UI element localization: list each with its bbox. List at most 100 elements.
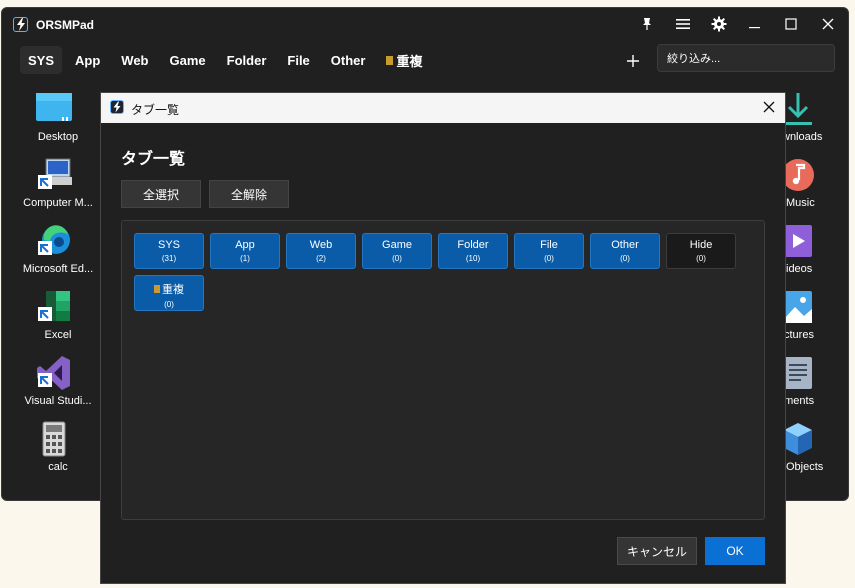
chip-app[interactable]: App (1) [210,233,280,269]
chip-name: App [235,239,255,251]
tile-label: Desktop [37,131,79,143]
chip-count: (0) [620,254,630,263]
add-tab-button[interactable] [622,50,644,72]
select-all-button[interactable]: 全選択 [121,180,201,208]
pin-icon [643,18,651,30]
chip-count: (10) [465,254,481,263]
tab-label: Game [169,52,206,68]
filter-input[interactable]: 絞り込み... [657,44,835,72]
close-icon [763,101,775,113]
minimize-button[interactable] [741,12,769,36]
downloads-icon [782,91,822,127]
chip-name: SYS [157,239,180,251]
button-label: OK [726,544,744,558]
calculator-icon [34,421,74,457]
tile-label: Visual Studi... [24,395,92,407]
tab-label: SYS [28,52,55,68]
tile-label: Excel [44,329,72,341]
desktop-icon [34,91,74,127]
cancel-button[interactable]: キャンセル [617,537,697,565]
deselect-all-button[interactable]: 全解除 [209,180,289,208]
3d-objects-icon [782,421,822,457]
dialog-title-bar: タブ一覧 [101,93,785,123]
tab-label: Web [121,52,149,68]
ok-button[interactable]: OK [705,537,765,565]
duplicate-icon [386,55,394,65]
chip-hide[interactable]: Hide (0) [666,233,736,269]
dialog-close-button[interactable] [761,99,777,115]
button-label: 全選択 [142,187,179,202]
tile-label: Microsoft Ed... [22,263,94,275]
button-label: 全解除 [230,187,267,202]
menu-button[interactable] [669,12,697,36]
tile-excel[interactable]: Excel [12,289,104,349]
close-button[interactable] [814,12,842,36]
chip-web[interactable]: Web (2) [286,233,356,269]
chip-name: 重複 [162,284,184,296]
music-icon [782,157,822,193]
tile-calc[interactable]: calc [12,421,104,481]
chip-name: File [540,239,558,251]
chip-file[interactable]: File (0) [514,233,584,269]
tab-file[interactable]: File [279,46,317,74]
tile-microsoft-edge[interactable]: Microsoft Ed... [12,223,104,283]
visual-studio-icon [34,355,74,391]
tab-sys[interactable]: SYS [20,46,63,74]
tab-duplicate[interactable]: 重複 [378,46,430,74]
chip-count: (2) [316,254,326,263]
tab-label: Other [330,52,366,68]
documents-icon [782,355,822,391]
minimize-icon [749,27,760,29]
chip-count: (0) [164,300,174,309]
filter-placeholder: 絞り込み... [667,53,721,65]
hamburger-icon [676,19,690,29]
chip-game[interactable]: Game (0) [362,233,432,269]
tab-label: Folder [226,52,267,68]
tile-computer-management[interactable]: Computer M... [12,157,104,217]
button-label: キャンセル [626,544,687,559]
dialog-heading: タブ一覧 [121,151,186,168]
videos-icon [782,223,822,259]
chip-count: (31) [161,254,177,263]
chip-duplicate[interactable]: 重複 (0) [134,275,204,311]
chip-name: Folder [457,239,489,251]
tile-label: ctures [784,329,814,341]
computer-management-icon [34,157,74,193]
title-bar: ORSMPad [2,8,848,42]
tile-label: uments [778,395,815,407]
chip-name: Game [382,239,412,251]
tile-label: Computer M... [23,197,93,209]
plus-icon [627,55,639,67]
chip-folder[interactable]: Folder (10) [438,233,508,269]
excel-icon [34,289,74,325]
chip-name: Hide [689,239,713,251]
maximize-button[interactable] [777,12,805,36]
settings-button[interactable] [705,12,733,36]
tab-bar: SYS App Web Game Folder File Other 重複 [20,46,435,76]
edge-icon [34,223,74,259]
tab-web[interactable]: Web [113,46,156,74]
chip-count: (0) [392,254,402,263]
tile-desktop[interactable]: Desktop [12,91,104,151]
pin-button[interactable] [633,12,661,36]
lightning-icon [110,100,124,114]
tile-label: ideos [786,263,813,275]
tab-other[interactable]: Other [323,46,374,74]
tile-label: calc [48,461,68,473]
chip-count: (1) [240,254,250,263]
chip-other[interactable]: Other (0) [590,233,660,269]
maximize-icon [785,18,797,30]
tile-label: Music [786,197,815,209]
tab-folder[interactable]: Folder [219,46,275,74]
chip-count: (0) [544,254,554,263]
tab-chip-panel: SYS (31) App (1) Web (2) Game (0) Folder (10)… [121,220,765,520]
tab-game[interactable]: Game [162,46,214,74]
duplicate-icon [154,285,160,293]
close-icon [822,18,834,30]
chip-count: (0) [696,254,706,263]
tab-label: File [287,52,310,68]
lightning-icon [13,17,28,32]
tab-app[interactable]: App [67,46,108,74]
tile-visual-studio[interactable]: Visual Studi... [12,355,104,415]
chip-sys[interactable]: SYS (31) [134,233,204,269]
